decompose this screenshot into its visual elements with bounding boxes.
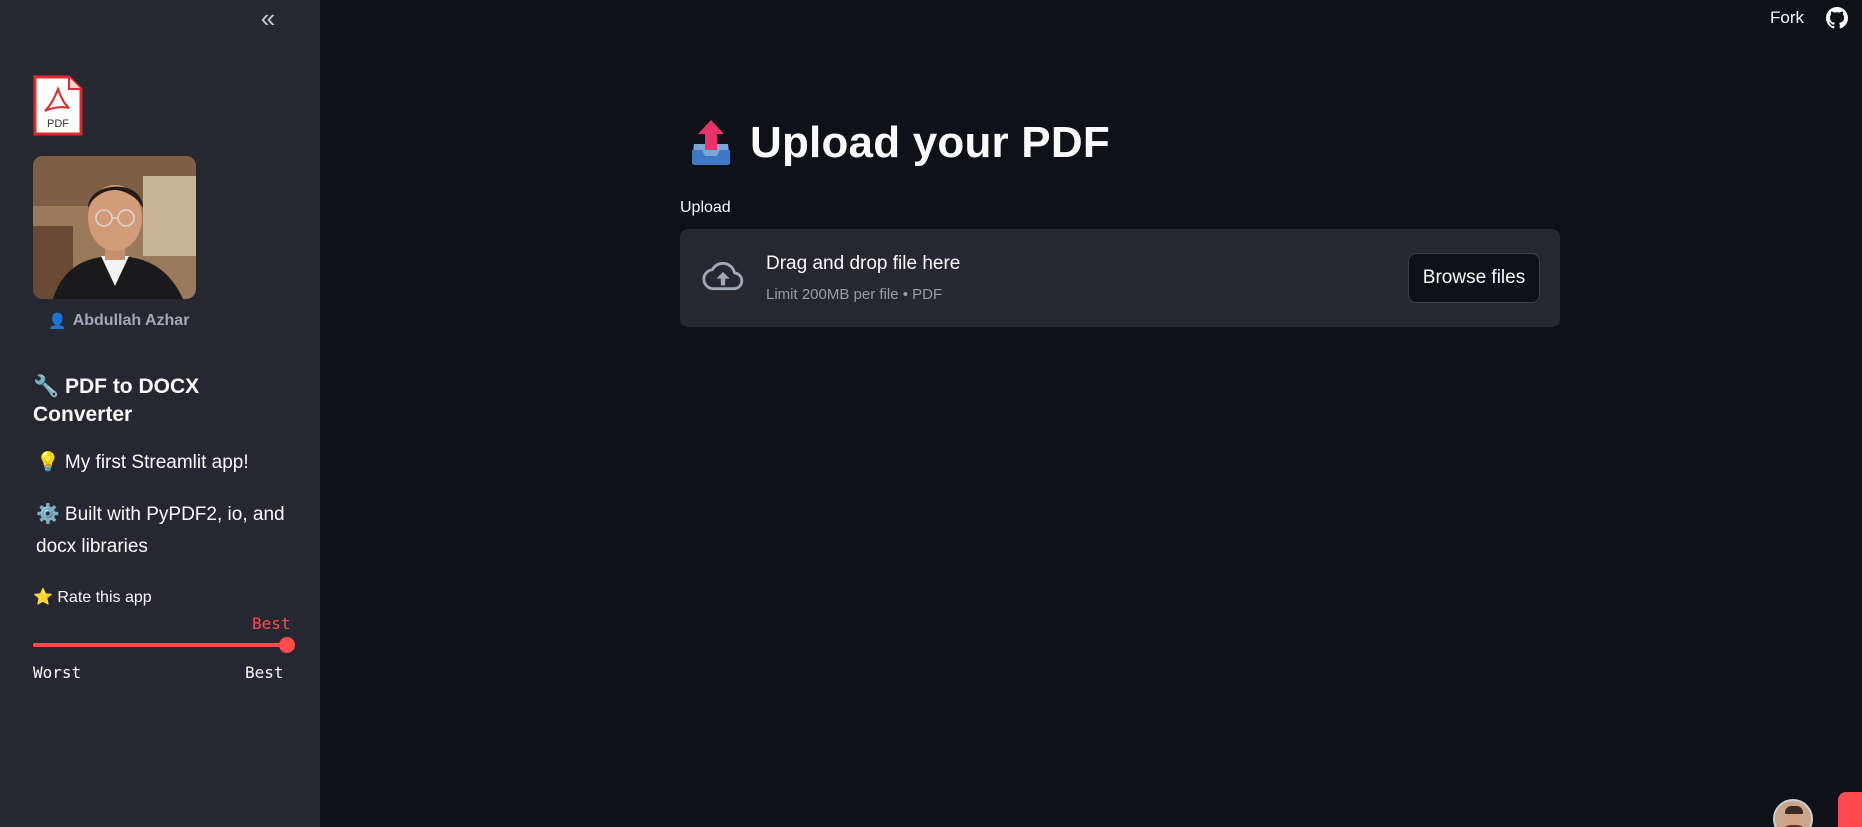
rating-slider-thumb[interactable]: [279, 637, 295, 653]
browse-files-button[interactable]: Browse files: [1408, 253, 1540, 303]
built-with-note: ⚙️ Built with PyPDF2, io, and docx libra…: [36, 504, 285, 557]
avatar-hair: [1785, 806, 1803, 814]
author-caption: 👤 Abdullah Azhar: [48, 312, 189, 330]
manage-app-button[interactable]: [1838, 792, 1862, 827]
app-root: « PDF 👤 Abdullah Azhar 🔧 PDF to DOCX Con…: [0, 0, 1862, 827]
file-dropzone[interactable]: Drag and drop file here Limit 200MB per …: [680, 229, 1560, 327]
rating-slider-fill: [33, 643, 287, 647]
rating-slider[interactable]: [33, 637, 295, 653]
creator-avatar[interactable]: [1773, 799, 1813, 827]
dropzone-limit: Limit 200MB per file • PDF: [766, 286, 943, 303]
github-icon[interactable]: [1826, 7, 1848, 29]
app-title: 🔧 PDF to DOCX Converter: [33, 375, 200, 426]
pdf-logo-text: PDF: [47, 118, 69, 130]
collapse-sidebar-button[interactable]: «: [254, 2, 282, 33]
double-chevron-left-icon: «: [260, 2, 276, 33]
rating-slider-label: ⭐ Rate this app: [33, 589, 152, 606]
fork-link[interactable]: Fork: [1770, 8, 1804, 28]
author-name: Abdullah Azhar: [72, 312, 190, 329]
cloud-upload-icon: [702, 261, 744, 291]
upload-label: Upload: [680, 199, 731, 216]
pdf-file-icon: PDF: [33, 75, 83, 136]
sidebar: « PDF 👤 Abdullah Azhar 🔧 PDF to DOCX Con…: [0, 0, 320, 827]
person-icon: 👤: [48, 313, 67, 330]
author-photo: [33, 156, 196, 299]
rating-slider-min: Worst: [33, 663, 82, 682]
outbox-tray-icon: [692, 120, 730, 165]
page-title: Upload your PDF: [750, 118, 1110, 167]
first-app-note: 💡 My first Streamlit app!: [36, 452, 249, 473]
rating-slider-value: Best: [252, 614, 291, 633]
page-title-row: Upload your PDF: [690, 118, 1110, 168]
rating-slider-max: Best: [245, 663, 284, 682]
dropzone-title: Drag and drop file here: [766, 253, 961, 274]
